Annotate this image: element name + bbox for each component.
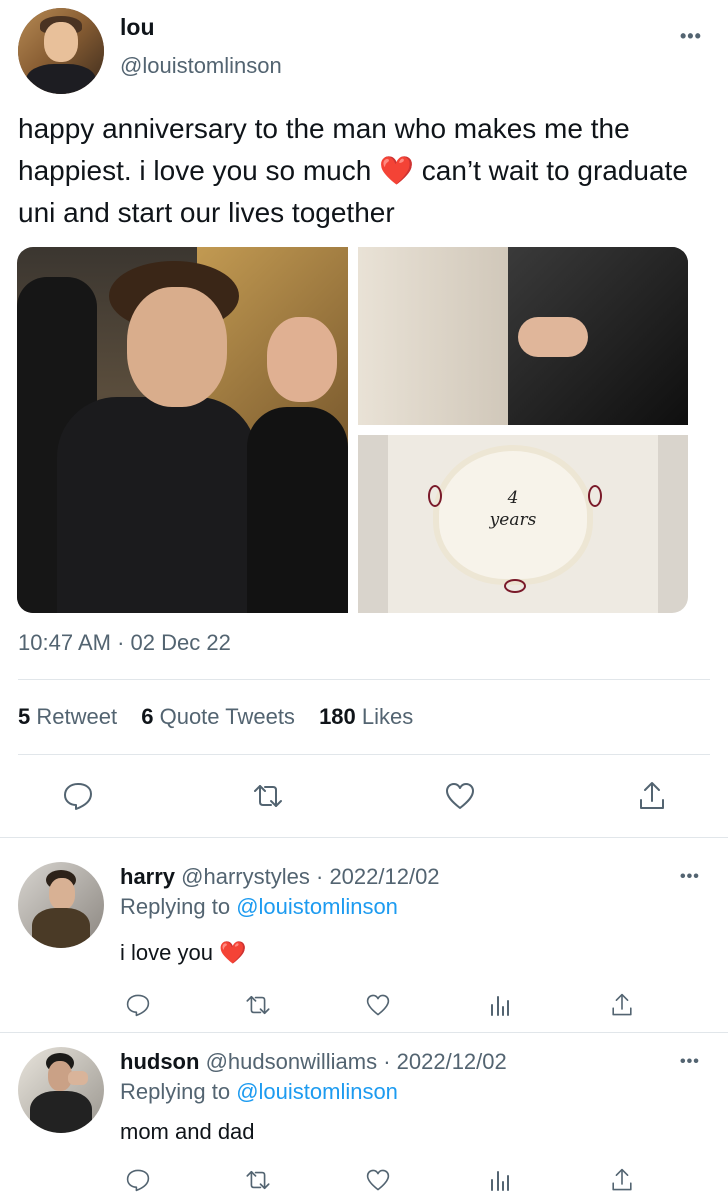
more-icon[interactable]: ••• (680, 26, 702, 47)
analytics-button[interactable] (482, 988, 518, 1022)
author-handle[interactable]: @louistomlinson (120, 53, 282, 79)
retweet-icon (254, 785, 282, 807)
likes-stat[interactable]: 180 Likes (319, 704, 413, 729)
retweet-button[interactable] (240, 1163, 276, 1197)
main-tweet: lou @louistomlinson ••• happy anniversar… (0, 0, 728, 838)
retweets-stat[interactable]: 5 Retweet (18, 704, 117, 729)
retweet-icon (246, 995, 270, 1015)
cake-text-line-2: years (489, 510, 537, 530)
reply-icon (126, 1169, 150, 1192)
reply-button[interactable] (120, 1163, 156, 1197)
likes-label: Likes (361, 704, 414, 729)
quotes-label: Quote Tweets (159, 704, 295, 729)
divider (18, 754, 710, 755)
cake-text: 4 years (478, 487, 548, 531)
photo-3[interactable]: 4 years (358, 435, 688, 613)
reply-date[interactable]: 2022/12/02 (329, 864, 439, 889)
likes-count: 180 (319, 704, 356, 729)
reply-icon (126, 994, 150, 1017)
reply-icon (64, 783, 92, 810)
media-grid: 4 years (17, 247, 688, 613)
author-display-name[interactable]: lou (120, 14, 155, 41)
avatar[interactable] (18, 1047, 104, 1133)
like-icon (446, 783, 474, 809)
reply-header: harry @harrystyles · 2022/12/02 (120, 864, 440, 890)
reply-author-handle[interactable]: @harrystyles (181, 864, 310, 889)
replying-prefix: Replying to (120, 894, 237, 919)
quotes-stat[interactable]: 6 Quote Tweets (141, 704, 295, 729)
tweet-timestamp[interactable]: 10:47 AM · 02 Dec 22 (18, 630, 231, 656)
reply-author-name[interactable]: harry (120, 864, 175, 889)
replying-to-link[interactable]: @louistomlinson (236, 1079, 398, 1104)
tweet-date: 02 Dec 22 (130, 630, 231, 655)
reply-tweet: hudson @hudsonwilliams · 2022/12/02 ••• … (0, 1033, 728, 1200)
tweet-stats: 5 Retweet 6 Quote Tweets 180 Likes (18, 704, 413, 730)
like-button[interactable] (360, 1163, 396, 1197)
share-icon (640, 782, 664, 809)
like-button[interactable] (360, 988, 396, 1022)
avatar[interactable] (18, 862, 104, 948)
like-button[interactable] (438, 776, 482, 816)
reply-text: mom and dad (120, 1119, 255, 1145)
share-icon (612, 993, 632, 1016)
reply-date-separator: · (309, 864, 330, 889)
photo-1[interactable] (17, 247, 348, 613)
like-icon (366, 1169, 390, 1191)
reply-author-name[interactable]: hudson (120, 1049, 199, 1074)
reply-text-content: mom and dad (120, 1119, 255, 1144)
reply-author-handle[interactable]: @hudsonwilliams (206, 1049, 378, 1074)
cake-text-line-1: 4 (507, 488, 519, 508)
reply-text: i love you ❤️ (120, 940, 246, 966)
photo-2[interactable] (358, 247, 688, 425)
reply-text-content: i love you (120, 940, 220, 965)
retweets-label: Retweet (36, 704, 118, 729)
timestamp-separator: · (110, 630, 131, 655)
replying-to: Replying to @louistomlinson (120, 1079, 398, 1105)
replying-to: Replying to @louistomlinson (120, 894, 398, 920)
retweet-button[interactable] (240, 988, 276, 1022)
retweet-button[interactable] (246, 776, 290, 816)
quotes-count: 6 (141, 704, 154, 729)
heart-emoji: ❤️ (379, 155, 414, 186)
retweet-icon (246, 1170, 270, 1190)
reply-button[interactable] (120, 988, 156, 1022)
reply-date-separator: · (377, 1049, 397, 1074)
more-icon[interactable]: ••• (680, 1053, 700, 1071)
more-icon[interactable]: ••• (680, 868, 700, 886)
tweet-text: happy anniversary to the man who makes m… (18, 108, 723, 234)
like-icon (366, 994, 390, 1016)
share-button[interactable] (630, 776, 674, 816)
reply-header: hudson @hudsonwilliams · 2022/12/02 (120, 1049, 507, 1075)
share-button[interactable] (604, 988, 640, 1022)
replying-to-link[interactable]: @louistomlinson (236, 894, 398, 919)
retweets-count: 5 (18, 704, 31, 729)
avatar[interactable] (18, 8, 104, 94)
reply-tweet: harry @harrystyles · 2022/12/02 ••• Repl… (0, 838, 728, 1032)
heart-emoji: ❤️ (219, 940, 247, 965)
replying-prefix: Replying to (120, 1079, 237, 1104)
analytics-icon (491, 1171, 509, 1191)
share-icon (612, 1168, 632, 1191)
divider (18, 679, 710, 680)
analytics-button[interactable] (482, 1163, 518, 1197)
share-button[interactable] (604, 1163, 640, 1197)
analytics-icon (491, 996, 509, 1016)
reply-date[interactable]: 2022/12/02 (397, 1049, 507, 1074)
tweet-time: 10:47 AM (18, 630, 111, 655)
reply-button[interactable] (56, 776, 100, 816)
